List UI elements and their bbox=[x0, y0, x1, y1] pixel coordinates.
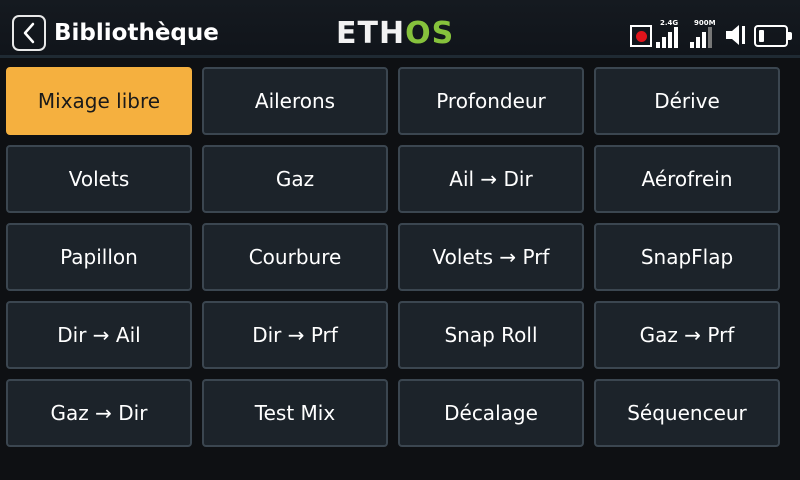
logo-text-eth: ETH bbox=[336, 16, 406, 51]
mix-tile[interactable]: Aérofrein bbox=[594, 145, 780, 213]
page-title: Bibliothèque bbox=[54, 20, 219, 46]
mix-tile[interactable]: Snap Roll bbox=[398, 301, 584, 369]
mix-tile[interactable]: Test Mix bbox=[202, 379, 388, 447]
rf-900m-label: 900M bbox=[694, 19, 716, 27]
ethos-logo: ETHOS bbox=[336, 17, 454, 51]
mix-tile[interactable]: Courbure bbox=[202, 223, 388, 291]
header-bar: Bibliothèque ETHOS 2.4G 900M bbox=[0, 0, 800, 58]
battery-icon bbox=[754, 25, 792, 47]
mix-tile[interactable]: Décalage bbox=[398, 379, 584, 447]
mix-tile[interactable]: Dir → Ail bbox=[6, 301, 192, 369]
mix-tile[interactable]: Volets → Prf bbox=[398, 223, 584, 291]
logo-text-os: OS bbox=[405, 16, 455, 51]
mix-tile[interactable]: Papillon bbox=[6, 223, 192, 291]
mix-tile[interactable]: Volets bbox=[6, 145, 192, 213]
back-button[interactable] bbox=[12, 15, 46, 51]
speaker-muted-icon bbox=[726, 25, 745, 45]
chevron-left-icon bbox=[23, 22, 35, 44]
mix-tile[interactable]: Gaz → Dir bbox=[6, 379, 192, 447]
mix-tile[interactable]: Dir → Prf bbox=[202, 301, 388, 369]
screen: Bibliothèque ETHOS 2.4G 900M Mixage libr… bbox=[0, 0, 800, 480]
mix-tile[interactable]: Gaz → Prf bbox=[594, 301, 780, 369]
rf-900m-signal-icon: 900M bbox=[690, 20, 720, 50]
record-icon bbox=[630, 25, 652, 47]
mix-tile[interactable]: SnapFlap bbox=[594, 223, 780, 291]
mix-tile[interactable]: Ail → Dir bbox=[398, 145, 584, 213]
mix-tile[interactable]: Ailerons bbox=[202, 67, 388, 135]
mix-tile[interactable]: Profondeur bbox=[398, 67, 584, 135]
mix-tile[interactable]: Dérive bbox=[594, 67, 780, 135]
mix-library-grid: Mixage libre Ailerons Profondeur Dérive Vole… bbox=[6, 67, 782, 447]
status-bar: 2.4G 900M bbox=[630, 16, 792, 50]
mix-tile[interactable]: Séquenceur bbox=[594, 379, 780, 447]
mix-tile[interactable]: Gaz bbox=[202, 145, 388, 213]
mix-tile[interactable]: Mixage libre bbox=[6, 67, 192, 135]
rf-2-4g-label: 2.4G bbox=[660, 19, 679, 27]
rf-2-4g-signal-icon: 2.4G bbox=[656, 20, 686, 50]
